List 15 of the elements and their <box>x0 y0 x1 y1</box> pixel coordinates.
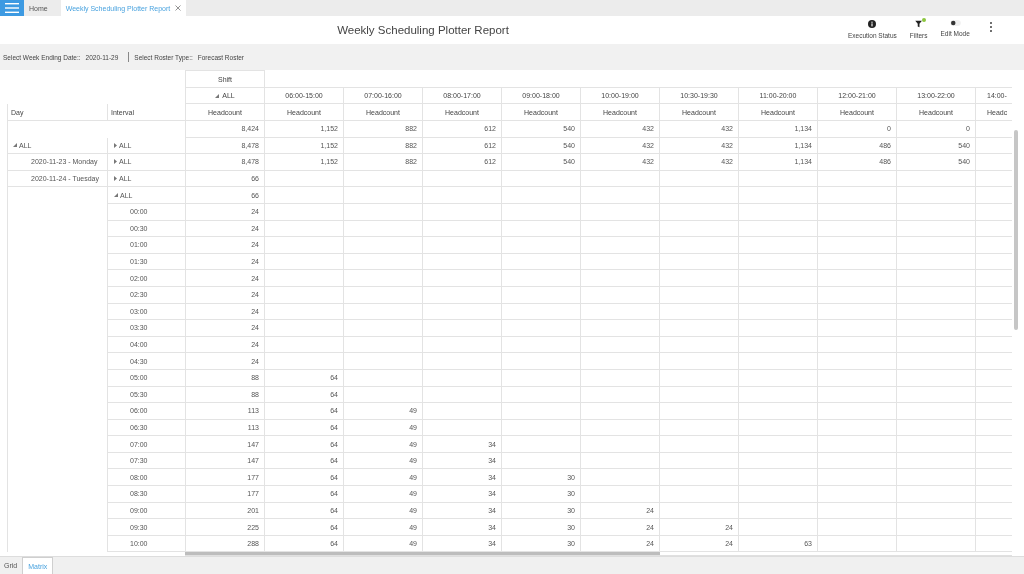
more-options-icon[interactable] <box>989 22 992 32</box>
filter-icon <box>914 20 923 28</box>
caret-icon[interactable] <box>215 93 220 98</box>
menu-icon <box>5 3 19 13</box>
info-icon <box>868 20 877 28</box>
caret-icon[interactable] <box>114 159 117 165</box>
close-icon[interactable] <box>175 5 182 11</box>
caret-icon[interactable] <box>114 142 117 148</box>
menu-button[interactable] <box>0 0 24 16</box>
caret-icon[interactable] <box>114 176 117 182</box>
page-title: Weekly Scheduling Plotter Report <box>337 24 509 36</box>
caret-icon[interactable] <box>13 143 17 148</box>
caret-icon[interactable] <box>114 193 118 198</box>
scrollbar-thumb[interactable] <box>185 552 660 556</box>
scrollbar-thumb[interactable] <box>1014 130 1018 330</box>
